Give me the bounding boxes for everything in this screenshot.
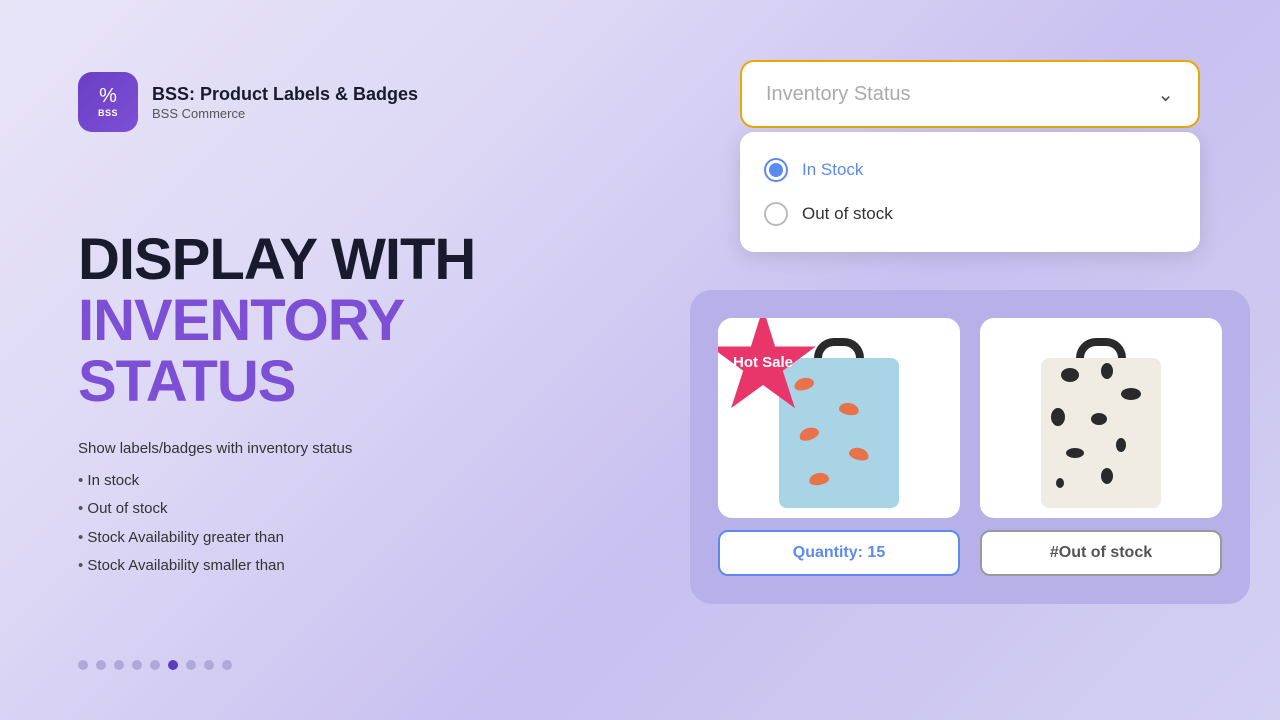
- app-info: BSS: Product Labels & Badges BSS Commerc…: [152, 84, 418, 121]
- app-name: BSS: Product Labels & Badges: [152, 84, 418, 105]
- dot-4[interactable]: [132, 660, 142, 670]
- dropdown-trigger[interactable]: Inventory Status ⌄: [740, 60, 1200, 128]
- radio-out-of-stock[interactable]: [764, 202, 788, 226]
- hot-sale-badge: Hot Sale: [718, 318, 818, 418]
- dropdown-placeholder: Inventory Status: [766, 83, 911, 106]
- hero-description: Show labels/badges with inventory status: [78, 437, 475, 461]
- pagination: [78, 660, 232, 670]
- dot-1[interactable]: [78, 660, 88, 670]
- product-preview-area: Hot Sale Quantity: 15: [690, 290, 1250, 604]
- option-out-of-stock-label: Out of stock: [802, 204, 893, 224]
- dropdown-options-list: In Stock Out of stock: [740, 132, 1200, 252]
- feature-list: In stock Out of stock Stock Availability…: [78, 467, 475, 581]
- hot-sale-text: Hot Sale: [733, 354, 793, 372]
- hero-title-line3: STATUS: [78, 352, 475, 413]
- feature-item-1: In stock: [78, 467, 475, 496]
- spot-1: [1061, 368, 1079, 382]
- spot-8: [1101, 468, 1113, 484]
- radio-inner-filled: [769, 163, 783, 177]
- spot-5: [1091, 413, 1107, 425]
- dot-8[interactable]: [204, 660, 214, 670]
- option-in-stock[interactable]: In Stock: [760, 148, 1180, 192]
- inventory-status-dropdown[interactable]: Inventory Status ⌄ In Stock Out of stock: [740, 60, 1200, 128]
- fish-5: [808, 471, 830, 486]
- feature-item-3: Stock Availability greater than: [78, 524, 475, 553]
- spot-6: [1116, 438, 1126, 452]
- radio-in-stock[interactable]: [764, 158, 788, 182]
- fish-2: [838, 401, 860, 416]
- fish-4: [848, 446, 870, 463]
- bag-body-2: [1041, 358, 1161, 508]
- feature-item-4: Stock Availability smaller than: [78, 552, 475, 581]
- dot-5[interactable]: [150, 660, 160, 670]
- spot-9: [1056, 478, 1064, 488]
- app-header: % BSS BSS: Product Labels & Badges BSS C…: [78, 72, 418, 132]
- hero-content: DISPLAY WITH INVENTORY STATUS Show label…: [78, 230, 475, 581]
- product-label-outofstock: #Out of stock: [980, 530, 1222, 576]
- option-out-of-stock[interactable]: Out of stock: [760, 192, 1180, 236]
- feature-item-2: Out of stock: [78, 495, 475, 524]
- dot-3[interactable]: [114, 660, 124, 670]
- app-logo: % BSS: [78, 72, 138, 132]
- product-label-quantity: Quantity: 15: [718, 530, 960, 576]
- logo-bss-text: BSS: [98, 108, 118, 118]
- product-card-1: Hot Sale Quantity: 15: [718, 318, 960, 576]
- spot-3: [1121, 388, 1141, 400]
- chevron-down-icon: ⌄: [1157, 82, 1174, 107]
- dot-6[interactable]: [168, 660, 178, 670]
- dot-2[interactable]: [96, 660, 106, 670]
- company-name: BSS Commerce: [152, 106, 418, 121]
- product-card-2: #Out of stock: [980, 318, 1222, 576]
- hero-title-line1: DISPLAY WITH: [78, 230, 475, 291]
- product-image-2: [980, 318, 1222, 518]
- dot-7[interactable]: [186, 660, 196, 670]
- product-image-1: Hot Sale: [718, 318, 960, 518]
- right-panel: Inventory Status ⌄ In Stock Out of stock: [740, 60, 1200, 128]
- spot-4: [1051, 408, 1065, 426]
- fish-3: [798, 425, 821, 443]
- spot-7: [1066, 448, 1084, 458]
- option-in-stock-label: In Stock: [802, 160, 863, 180]
- hero-title-line2: INVENTORY: [78, 291, 475, 352]
- logo-icon: %: [99, 86, 117, 106]
- spot-2: [1101, 363, 1113, 379]
- dot-9[interactable]: [222, 660, 232, 670]
